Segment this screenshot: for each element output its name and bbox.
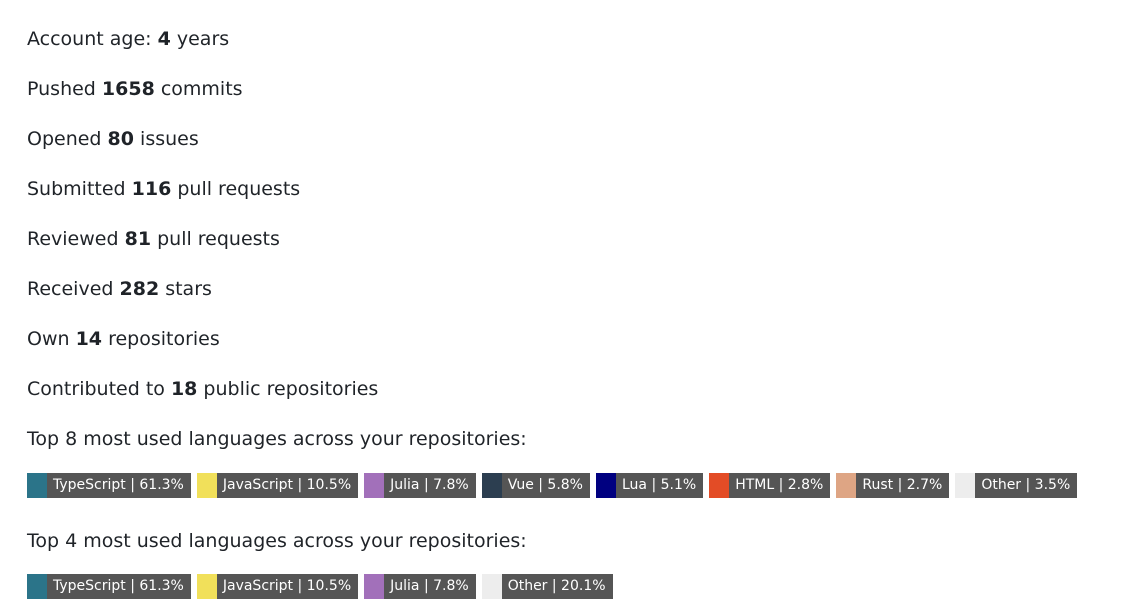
stat-pull-requests-reviewed: Reviewed 81 pull requests xyxy=(27,226,280,252)
language-badge-typescript: TypeScript | 61.3% xyxy=(27,473,191,498)
language-badge-label: Julia | 7.8% xyxy=(384,473,476,498)
language-color-swatch xyxy=(27,473,47,498)
stat-suffix: stars xyxy=(159,278,212,300)
stat-value: 282 xyxy=(119,278,160,300)
language-color-swatch xyxy=(955,473,976,498)
language-badge-javascript: JavaScript | 10.5% xyxy=(196,574,359,599)
stat-pull-requests-submitted: Submitted 116 pull requests xyxy=(27,176,300,202)
stat-prefix: Contributed to xyxy=(27,378,171,400)
language-badge-vue: Vue | 5.8% xyxy=(481,473,590,498)
stat-value: 80 xyxy=(107,128,134,150)
top4-language-badges: TypeScript | 61.3% JavaScript | 10.5% Ju… xyxy=(27,574,613,599)
stat-value: 4 xyxy=(157,28,171,50)
stat-prefix: Submitted xyxy=(27,178,132,200)
language-badge-label: TypeScript | 61.3% xyxy=(47,574,191,599)
stat-value: 18 xyxy=(170,378,198,400)
stat-prefix: Pushed xyxy=(27,78,102,100)
language-badge-label: Other | 20.1% xyxy=(501,574,613,599)
language-badge-label: Julia | 7.8% xyxy=(384,574,476,599)
stat-prefix: Reviewed xyxy=(27,228,125,250)
language-badge-javascript: JavaScript | 10.5% xyxy=(196,473,359,498)
language-badge-label: JavaScript | 10.5% xyxy=(216,473,359,498)
stat-suffix: commits xyxy=(154,78,243,100)
stat-suffix: pull requests xyxy=(171,178,301,200)
language-badge-other: Other | 3.5% xyxy=(955,473,1078,498)
top8-language-badges: TypeScript | 61.3% JavaScript | 10.5% Ju… xyxy=(27,473,1078,498)
stat-value: 116 xyxy=(131,178,172,200)
stat-value: 1658 xyxy=(101,78,155,100)
language-badge-label: TypeScript | 61.3% xyxy=(47,473,191,498)
language-color-swatch xyxy=(196,574,217,599)
stat-commits: Pushed 1658 commits xyxy=(27,76,243,102)
language-badge-label: Rust | 2.7% xyxy=(856,473,950,498)
language-badge-label: Lua | 5.1% xyxy=(616,473,704,498)
language-badge-rust: Rust | 2.7% xyxy=(836,473,950,498)
language-badge-julia: Julia | 7.8% xyxy=(364,574,476,599)
language-color-swatch xyxy=(27,574,47,599)
top4-languages-heading: Top 4 most used languages across your re… xyxy=(27,530,527,552)
language-badge-other: Other | 20.1% xyxy=(481,574,613,599)
stat-prefix: Received xyxy=(27,278,120,300)
stat-suffix: issues xyxy=(134,128,199,150)
stat-prefix: Own xyxy=(27,328,76,350)
language-color-swatch xyxy=(596,473,616,498)
language-badge-label: Vue | 5.8% xyxy=(501,473,590,498)
language-badge-html: HTML | 2.8% xyxy=(709,473,831,498)
language-color-swatch xyxy=(364,574,385,599)
stat-suffix: pull requests xyxy=(151,228,280,250)
language-badge-julia: Julia | 7.8% xyxy=(364,473,476,498)
language-color-swatch xyxy=(481,473,502,498)
language-badge-label: Other | 3.5% xyxy=(975,473,1078,498)
language-color-swatch xyxy=(364,473,385,498)
stat-own-repositories: Own 14 repositories xyxy=(27,326,220,352)
top8-languages-heading: Top 8 most used languages across your re… xyxy=(27,428,527,450)
language-color-swatch xyxy=(481,574,502,599)
stat-account-age: Account age: 4 years xyxy=(27,26,229,52)
language-badge-typescript: TypeScript | 61.3% xyxy=(27,574,191,599)
stat-value: 81 xyxy=(124,228,152,250)
stat-stars: Received 282 stars xyxy=(27,276,212,302)
language-badge-label: HTML | 2.8% xyxy=(729,473,831,498)
language-color-swatch xyxy=(709,473,730,498)
language-badge-lua: Lua | 5.1% xyxy=(596,473,704,498)
stat-suffix: years xyxy=(170,28,230,50)
language-color-swatch xyxy=(196,473,217,498)
stat-prefix: Opened xyxy=(27,128,108,150)
stat-suffix: public repositories xyxy=(197,378,379,400)
stat-value: 14 xyxy=(75,328,103,350)
language-color-swatch xyxy=(836,473,857,498)
language-badge-label: JavaScript | 10.5% xyxy=(216,574,359,599)
stat-contributed-repositories: Contributed to 18 public repositories xyxy=(27,376,378,402)
stat-prefix: Account age: xyxy=(27,28,158,50)
stat-issues: Opened 80 issues xyxy=(27,126,199,152)
stat-suffix: repositories xyxy=(102,328,220,350)
